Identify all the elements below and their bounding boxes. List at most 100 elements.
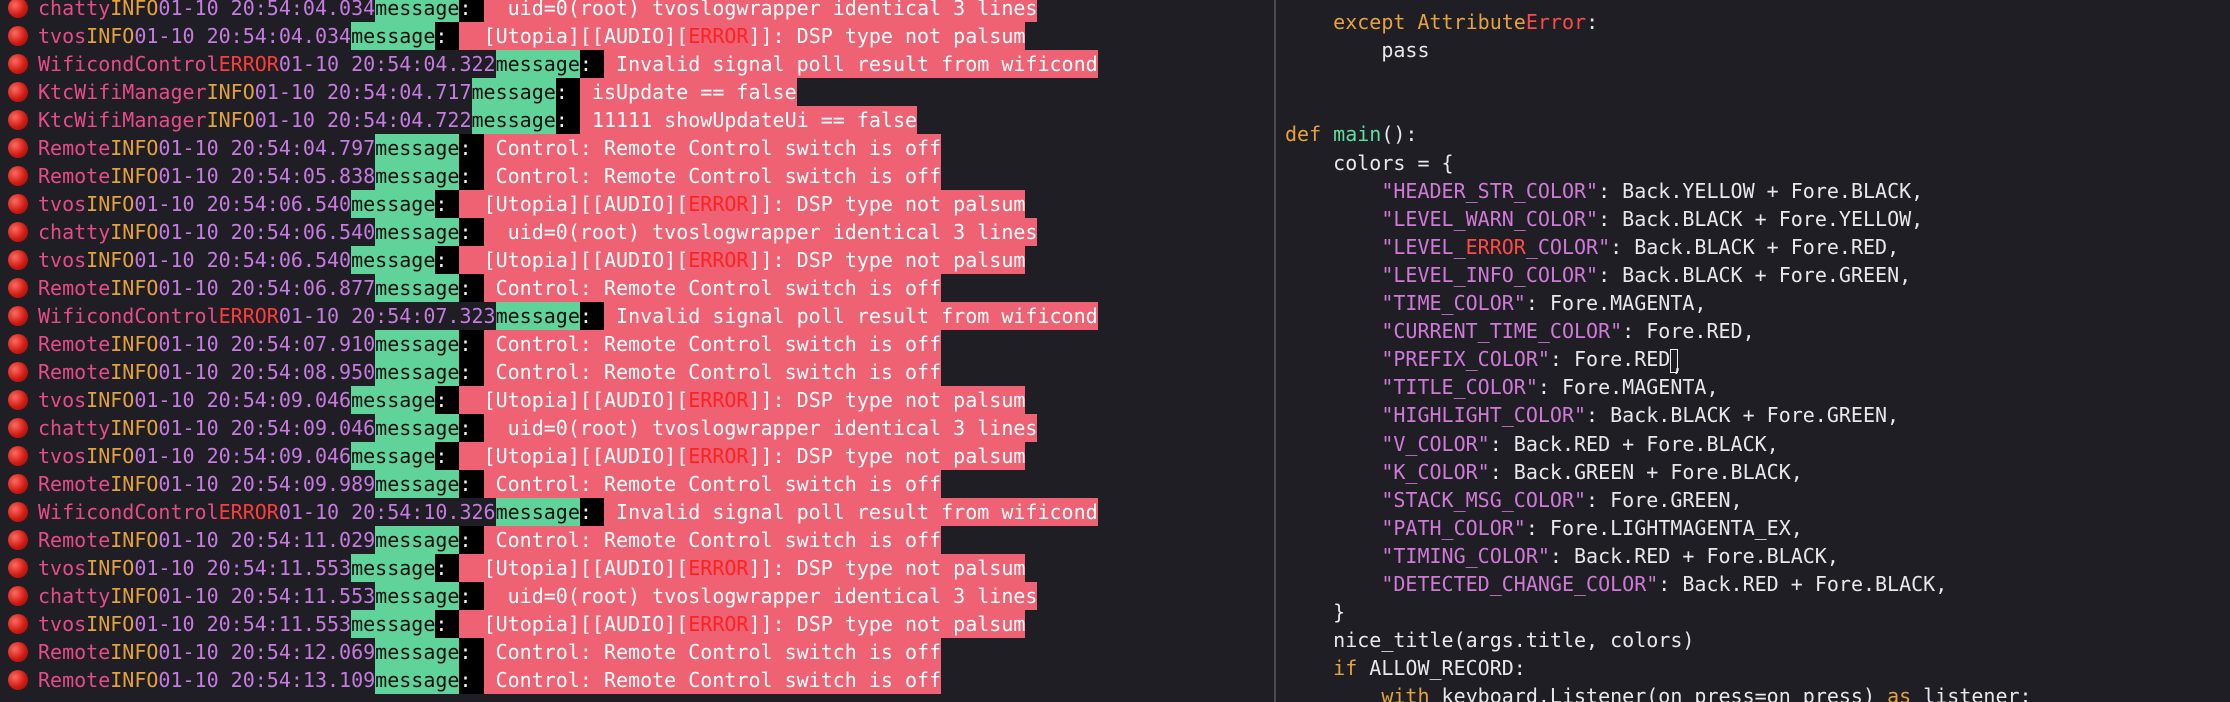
log-colon: :	[459, 414, 484, 442]
log-tag: WificondControl	[38, 52, 219, 76]
editor-pane[interactable]: except AttributeError: pass def main(): c…	[1276, 0, 2230, 702]
log-level: INFO	[86, 556, 135, 580]
red-circle-icon	[8, 642, 28, 662]
log-message-body: isUpdate == false	[579, 78, 797, 106]
code-token: : Fore.LIGHTMAGENTA_EX,	[1525, 515, 1803, 540]
log-message-key: message	[375, 0, 460, 22]
log-message-key: message	[351, 386, 436, 414]
log-message-text: Control: Remote Control switch is off	[483, 136, 942, 160]
red-circle-icon	[8, 362, 28, 382]
log-line: KtcWifiManager INFO 01-10 20:54:04.717 m…	[0, 78, 797, 106]
log-message-body: Control: Remote Control switch is off	[483, 526, 942, 554]
code-token: : Back.YELLOW + Fore.BLACK,	[1598, 178, 1924, 203]
log-line: chatty INFO 01-10 20:54:11.553 message: …	[0, 582, 1038, 610]
log-time: 01-10 20:54:04.034	[134, 24, 352, 48]
log-colon: :	[435, 610, 460, 638]
log-line: tvos INFO 01-10 20:54:06.540 message: [U…	[0, 190, 1026, 218]
log-line: chatty INFO 01-10 20:54:06.540 message: …	[0, 218, 1038, 246]
code-line: }	[1285, 598, 1345, 626]
log-line: Remote INFO 01-10 20:54:08.950 message: …	[0, 358, 942, 386]
log-pane[interactable]: chatty INFO 01-10 20:54:04.034 message: …	[0, 0, 1274, 702]
log-tag: chatty	[38, 0, 111, 20]
log-colon: :	[579, 50, 604, 78]
log-level: INFO	[86, 444, 135, 468]
log-colon: :	[555, 78, 580, 106]
log-level: INFO	[110, 528, 159, 552]
log-line: WificondControl ERROR 01-10 20:54:10.326…	[0, 498, 1098, 526]
log-time: 01-10 20:54:06.540	[158, 220, 376, 244]
code-token: : Back.BLACK + Fore.GREEN,	[1598, 262, 1912, 287]
log-tag: tvos	[38, 444, 87, 468]
log-colon: :	[459, 526, 484, 554]
log-time: 01-10 20:54:09.046	[158, 416, 376, 440]
log-message-tail: ]]: DSP type not palsum	[748, 192, 1026, 216]
red-circle-icon	[8, 166, 28, 186]
log-message-text: Control: Remote Control switch is off	[483, 332, 942, 356]
code-token: _COLOR"	[1525, 234, 1611, 259]
log-message-text: uid=0(root) tvoslogwrapper identical 3 l…	[483, 220, 1038, 244]
log-message-tail: ]]: DSP type not palsum	[748, 444, 1026, 468]
log-line: Remote INFO 01-10 20:54:12.069 message: …	[0, 638, 942, 666]
log-message-text: isUpdate == false	[579, 80, 797, 104]
red-circle-icon	[8, 558, 28, 578]
log-message-text: [Utopia][[AUDIO][	[459, 444, 689, 468]
log-message-key: message	[471, 78, 556, 106]
log-tag: Remote	[38, 164, 111, 188]
log-line: Remote INFO 01-10 20:54:09.989 message: …	[0, 470, 942, 498]
log-message-text: [Utopia][[AUDIO][	[459, 612, 689, 636]
log-level: ERROR	[218, 500, 279, 524]
code-line: except AttributeError:	[1285, 8, 1598, 36]
code-token: Attribute	[1417, 10, 1526, 34]
log-tag: tvos	[38, 556, 87, 580]
code-line: "K_COLOR": Back.GREEN + Fore.BLACK,	[1285, 458, 1802, 486]
log-line: chatty INFO 01-10 20:54:09.046 message: …	[0, 414, 1038, 442]
code-token: }	[1285, 600, 1346, 625]
code-token: "K_COLOR"	[1381, 459, 1490, 484]
log-colon: :	[459, 470, 484, 498]
log-message-tail: ]]: DSP type not palsum	[748, 612, 1026, 636]
code-line: "TIME_COLOR": Fore.MAGENTA,	[1285, 289, 1706, 317]
log-colon: :	[435, 554, 460, 582]
log-colon: :	[435, 190, 460, 218]
log-level: INFO	[110, 668, 159, 692]
code-line: "DETECTED_CHANGE_COLOR": Back.RED + Fore…	[1285, 570, 1947, 598]
log-level: INFO	[110, 360, 159, 384]
code-line: "TIMING_COLOR": Back.RED + Fore.BLACK,	[1285, 542, 1839, 570]
log-level: INFO	[110, 0, 159, 20]
log-line: Remote INFO 01-10 20:54:06.877 message: …	[0, 274, 942, 302]
log-message-key: message	[375, 414, 460, 442]
code-line: "LEVEL_INFO_COLOR": Back.BLACK + Fore.GR…	[1285, 261, 1911, 289]
code-token: "LEVEL_WARN_COLOR"	[1381, 206, 1599, 231]
log-time: 01-10 20:54:06.877	[158, 276, 376, 300]
code-token: "PATH_COLOR"	[1381, 515, 1526, 540]
log-tag: tvos	[38, 612, 87, 636]
red-circle-icon	[8, 0, 28, 18]
log-message-tail: ]]: DSP type not palsum	[748, 24, 1026, 48]
text-cursor: ,	[1670, 348, 1683, 376]
log-message-key: message	[351, 190, 436, 218]
log-colon: :	[459, 582, 484, 610]
log-line: KtcWifiManager INFO 01-10 20:54:04.722 m…	[0, 106, 918, 134]
log-message-body: Control: Remote Control switch is off	[483, 638, 942, 666]
log-message-text: uid=0(root) tvoslogwrapper identical 3 l…	[483, 416, 1038, 440]
code-token: : Back.BLACK + Fore.GREEN,	[1586, 403, 1900, 428]
log-error-word: ERROR	[688, 388, 749, 412]
log-tag: Remote	[38, 276, 111, 300]
code-line: pass	[1285, 36, 1429, 64]
code-token: : Back.RED + Fore.BLACK,	[1658, 572, 1948, 596]
log-message-body: [Utopia][[AUDIO][ERROR]]: DSP type not p…	[459, 22, 1026, 50]
code-token: "CURRENT_TIME_COLOR"	[1381, 319, 1623, 344]
code-line: "HIGHLIGHT_COLOR": Back.BLACK + Fore.GRE…	[1285, 401, 1899, 429]
red-circle-icon	[8, 194, 28, 214]
log-level: ERROR	[218, 52, 279, 76]
code-line: "TITLE_COLOR": Fore.MAGENTA,	[1285, 373, 1718, 401]
log-tag: Remote	[38, 472, 111, 496]
code-token: "HEADER_STR_COLOR"	[1381, 178, 1599, 203]
log-time: 01-10 20:54:11.029	[158, 528, 376, 552]
